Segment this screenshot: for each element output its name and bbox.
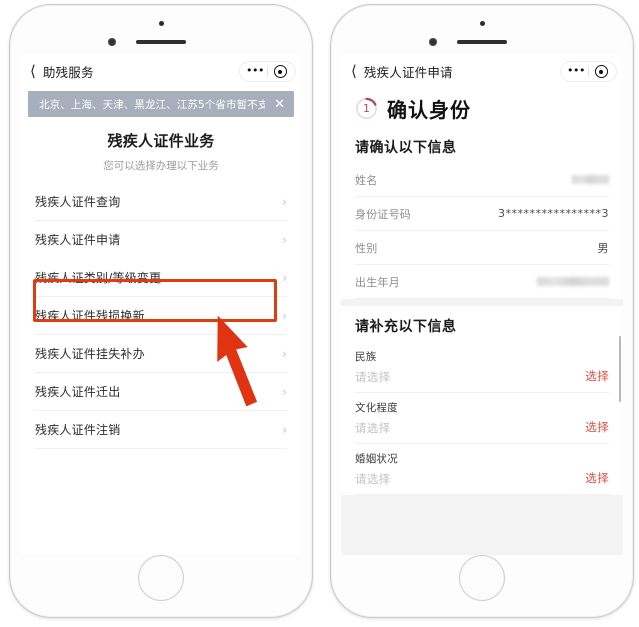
- list-item[interactable]: 残疾人证件迁出 ›: [35, 373, 287, 411]
- step-title: 确认身份: [387, 98, 471, 122]
- chevron-right-icon: ›: [282, 232, 287, 247]
- chevron-right-icon: ›: [282, 308, 287, 323]
- table-row[interactable]: 文化程度 请选择 选择: [355, 393, 609, 444]
- notice-banner-text: 北京、上海、天津、黑龙江、江苏5个省市暂不支: [39, 98, 266, 111]
- right-phone-frame: ⟨ 残疾人证件申请 ••• 1 确认身份 请确认以下信息 姓名 身份证号码 3*…: [330, 4, 634, 618]
- list-item-label: 残疾人证件迁出: [35, 385, 121, 399]
- chevron-right-icon: ›: [282, 346, 287, 361]
- page-header: 残疾人证件业务 您可以选择办理以下业务: [20, 117, 302, 183]
- select-button[interactable]: 选择: [585, 419, 609, 436]
- earpiece-speaker: [136, 40, 186, 44]
- back-icon[interactable]: ⟨: [351, 64, 357, 79]
- home-button[interactable]: [459, 555, 505, 601]
- field-label: 性别: [355, 241, 378, 255]
- miniprogram-capsule: •••: [560, 61, 617, 82]
- list-item-label: 残疾人证件查询: [35, 195, 121, 209]
- table-row: 出生年月: [355, 265, 609, 299]
- list-item-label: 残疾人证件申请: [35, 233, 121, 247]
- chevron-right-icon: ›: [282, 422, 287, 437]
- more-dots-icon[interactable]: •••: [564, 65, 588, 79]
- earpiece-speaker: [457, 40, 507, 44]
- select-button[interactable]: 选择: [585, 368, 609, 385]
- supplement-info-card: 请补充以下信息 民族 请选择 选择 文化程度 请选择 选择 婚姻状况 请选择 选…: [341, 306, 623, 495]
- field-placeholder: 请选择: [355, 370, 391, 384]
- right-nav-title: 残疾人证件申请: [363, 65, 453, 80]
- field-label: 民族: [355, 351, 377, 363]
- field-label: 姓名: [355, 173, 378, 187]
- close-icon[interactable]: ✕: [271, 98, 288, 111]
- notice-banner: 北京、上海、天津、黑龙江、江苏5个省市暂不支 ✕: [28, 91, 294, 117]
- service-list: 残疾人证件查询 › 残疾人证件申请 › 残疾人证类别/等级变更 › 残疾人证件残…: [20, 183, 302, 449]
- section-divider: [341, 299, 623, 306]
- list-item-label: 残疾人证件残损换新: [35, 309, 145, 323]
- front-camera-icon: [159, 21, 164, 26]
- list-item[interactable]: 残疾人证件注销 ›: [35, 411, 287, 449]
- step-header: 1 确认身份: [341, 88, 623, 127]
- target-circle-icon[interactable]: [268, 65, 292, 78]
- phone-top-hardware: [10, 5, 312, 59]
- vertical-scrollbar[interactable]: [619, 336, 621, 402]
- left-navbar: ⟨ 助残服务 •••: [20, 55, 302, 88]
- confirm-identity-card: 请确认以下信息 姓名 身份证号码 3****************3 性别 男…: [341, 127, 623, 299]
- select-button[interactable]: 选择: [585, 470, 609, 487]
- right-navbar: ⟨ 残疾人证件申请 •••: [341, 55, 623, 88]
- field-value: 3****************3: [498, 207, 609, 220]
- field-label: 出生年月: [355, 275, 400, 289]
- masked-name-value: [572, 175, 609, 184]
- phone-top-hardware: [331, 5, 633, 59]
- table-row: 性别 男: [355, 231, 609, 265]
- target-circle-icon[interactable]: [589, 65, 613, 78]
- proximity-sensor-icon: [108, 38, 116, 46]
- front-camera-icon: [480, 21, 485, 26]
- more-dots-icon[interactable]: •••: [243, 65, 267, 79]
- table-row: 身份证号码 3****************3: [355, 197, 609, 231]
- step-progress-ring-icon: 1: [355, 97, 378, 120]
- confirm-section-title: 请确认以下信息: [355, 140, 457, 156]
- chevron-right-icon: ›: [282, 194, 287, 209]
- chevron-right-icon: ›: [282, 384, 287, 399]
- list-item-label: 残疾人证类别/等级变更: [35, 271, 162, 285]
- supplement-section-title: 请补充以下信息: [355, 319, 457, 335]
- page-subtitle: 您可以选择办理以下业务: [103, 160, 219, 172]
- left-nav-title: 助残服务: [42, 65, 94, 80]
- left-screen: ⟨ 助残服务 ••• 北京、上海、天津、黑龙江、江苏5个省市暂不支 ✕ 残疾人证…: [20, 55, 302, 555]
- field-label: 婚姻状况: [355, 453, 398, 465]
- field-label: 身份证号码: [355, 207, 411, 221]
- list-item[interactable]: 残疾人证件申请 ›: [35, 221, 287, 259]
- table-row: 姓名: [355, 163, 609, 197]
- right-screen: ⟨ 残疾人证件申请 ••• 1 确认身份 请确认以下信息 姓名 身份证号码 3*…: [341, 55, 623, 555]
- field-label: 文化程度: [355, 402, 398, 414]
- chevron-right-icon: ›: [282, 270, 287, 285]
- list-item[interactable]: 残疾人证件查询 ›: [35, 183, 287, 221]
- list-item[interactable]: 残疾人证件挂失补办 ›: [35, 335, 287, 373]
- table-row[interactable]: 民族 请选择 选择: [355, 342, 609, 393]
- proximity-sensor-icon: [429, 38, 437, 46]
- left-phone-frame: ⟨ 助残服务 ••• 北京、上海、天津、黑龙江、江苏5个省市暂不支 ✕ 残疾人证…: [9, 4, 313, 618]
- step-number: 1: [363, 102, 370, 115]
- list-item-label: 残疾人证件注销: [35, 423, 121, 437]
- home-button[interactable]: [138, 555, 184, 601]
- list-item-label: 残疾人证件挂失补办: [35, 347, 145, 361]
- field-placeholder: 请选择: [355, 421, 391, 435]
- back-icon[interactable]: ⟨: [30, 64, 36, 79]
- miniprogram-capsule: •••: [239, 61, 296, 82]
- list-item[interactable]: 残疾人证类别/等级变更 ›: [35, 259, 287, 297]
- list-item[interactable]: 残疾人证件残损换新 ›: [35, 297, 287, 335]
- page-title: 残疾人证件业务: [107, 132, 215, 150]
- field-value: 男: [597, 241, 609, 255]
- masked-birthdate-value: [537, 277, 609, 286]
- right-content: 1 确认身份 请确认以下信息 姓名 身份证号码 3***************…: [341, 88, 623, 555]
- table-row[interactable]: 婚姻状况 请选择 选择: [355, 444, 609, 495]
- field-placeholder: 请选择: [355, 472, 391, 486]
